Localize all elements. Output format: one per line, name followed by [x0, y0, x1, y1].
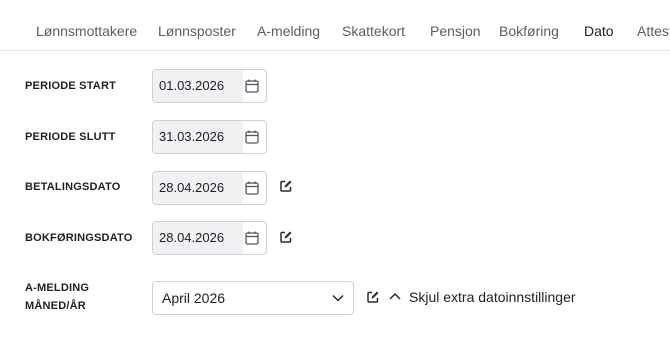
tab-skattekort[interactable]: Skattekort: [342, 0, 405, 50]
tab-lonnsmottakere[interactable]: Lønnsmottakere: [36, 0, 137, 50]
bokforingsdato-label: BOKFØRINGSDATO: [25, 232, 133, 244]
tab-pensjon[interactable]: Pensjon: [430, 0, 481, 50]
tab-bokforing[interactable]: Bokføring: [499, 0, 559, 50]
chevron-down-icon: [332, 294, 344, 302]
tab-a-melding[interactable]: A-melding: [257, 0, 320, 50]
calendar-icon[interactable]: [244, 129, 260, 145]
betalingsdato-label: BETALINGSDATO: [25, 181, 121, 193]
calendar-icon[interactable]: [244, 230, 260, 246]
tab-dato[interactable]: Dato: [584, 0, 614, 50]
betalingsdato-field[interactable]: 28.04.2026: [152, 171, 267, 205]
tab-attest[interactable]: Attest: [637, 0, 670, 50]
periode-start-field[interactable]: 01.03.2026: [152, 69, 267, 103]
calendar-icon[interactable]: [244, 180, 260, 196]
edit-icon[interactable]: [366, 290, 380, 304]
chevron-up-icon: [389, 292, 401, 300]
amelding-label-line2: MÅNED/ÅR: [25, 300, 86, 312]
periode-slutt-field[interactable]: 31.03.2026: [152, 120, 267, 154]
periode-slutt-label: PERIODE SLUTT: [25, 131, 116, 143]
periode-start-value[interactable]: 01.03.2026: [153, 70, 243, 102]
periode-slutt-value[interactable]: 31.03.2026: [153, 121, 243, 153]
amelding-month-value: April 2026: [162, 290, 226, 306]
betalingsdato-value[interactable]: 28.04.2026: [153, 172, 243, 204]
bokforingsdato-value[interactable]: 28.04.2026: [153, 222, 243, 254]
toggle-extra-date-settings-label: Skjul extra datoinnstillinger: [409, 289, 576, 305]
periode-start-label: PERIODE START: [25, 80, 117, 92]
edit-icon[interactable]: [279, 179, 293, 193]
amelding-label-line1: A-MELDING: [25, 282, 90, 294]
tab-bar: Lønnsmottakere Lønnsposter A-melding Ska…: [0, 0, 670, 51]
tab-lonnsposter[interactable]: Lønnsposter: [158, 0, 236, 50]
edit-icon[interactable]: [279, 230, 293, 244]
amelding-month-select[interactable]: April 2026: [152, 281, 354, 315]
bokforingsdato-field[interactable]: 28.04.2026: [152, 221, 267, 255]
calendar-icon[interactable]: [244, 78, 260, 94]
